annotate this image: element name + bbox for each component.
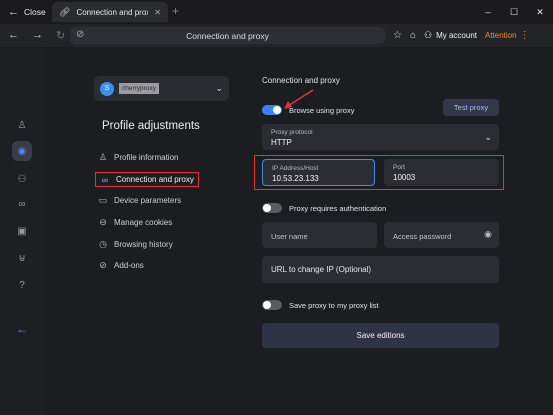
password-field[interactable]: Access password ◉ bbox=[384, 222, 499, 248]
ip-address-value: 10.53.23.133 bbox=[272, 174, 319, 183]
profiles-icon[interactable]: ◉ bbox=[12, 141, 32, 161]
menu-item-add-ons[interactable]: ⊘ Add-ons bbox=[98, 258, 144, 272]
username-placeholder: User name bbox=[271, 232, 308, 241]
save-editions-button[interactable]: Save editions bbox=[262, 323, 499, 348]
basket-icon[interactable]: ⊎ bbox=[12, 248, 32, 268]
attention-label: Attention bbox=[485, 31, 517, 40]
port-field[interactable]: Port 10003 bbox=[384, 159, 499, 186]
profile-selector[interactable]: S cherryproxy ⌄ bbox=[94, 76, 229, 101]
menu-item-label: Add-ons bbox=[114, 260, 144, 270]
new-tab-button[interactable]: + bbox=[172, 4, 179, 18]
help-icon[interactable]: ? bbox=[12, 275, 32, 295]
menu-item-label: Device parameters bbox=[114, 195, 182, 205]
section-title: Connection and proxy bbox=[262, 76, 340, 85]
title-bar: ← Close 🔗︎ Connection and prox ✕ + – ☐ ✕ bbox=[0, 0, 553, 24]
menu-item-label: Browsing history bbox=[114, 239, 173, 249]
menu-item-label: Profile information bbox=[114, 152, 179, 162]
menu-item-browsing-history[interactable]: ◷ Browsing history bbox=[98, 237, 173, 251]
forward-arrow-icon[interactable]: → bbox=[32, 29, 43, 42]
proxy-auth-label: Proxy requires authentication bbox=[289, 204, 387, 213]
change-ip-url-placeholder: URL to change IP (Optional) bbox=[271, 265, 372, 274]
link-icon: ⊘ bbox=[76, 29, 85, 40]
close-button[interactable]: ← Close bbox=[0, 0, 54, 24]
toolbar-right: ☆ ⌂ ⚇ My account Attention ⋮ bbox=[393, 24, 530, 47]
star-icon[interactable]: ☆ bbox=[393, 30, 402, 41]
check-circle-icon: ⊘ bbox=[99, 259, 107, 270]
avatar: S bbox=[100, 81, 114, 96]
back-arrow-icon[interactable]: ← bbox=[12, 319, 32, 339]
profile-name: cherryproxy bbox=[119, 83, 159, 94]
user-icon[interactable]: ♙ bbox=[12, 115, 32, 135]
link-icon: 🔗︎ bbox=[59, 6, 71, 17]
user-icon: ⚇ bbox=[424, 30, 433, 40]
menu-item-label: Manage cookies bbox=[114, 217, 173, 227]
eye-icon[interactable]: ◉ bbox=[484, 229, 492, 240]
save-to-proxy-list-toggle[interactable] bbox=[262, 300, 282, 310]
nav-buttons: ← → ↻ bbox=[0, 29, 65, 42]
my-account-button[interactable]: ⚇ My account bbox=[424, 30, 477, 41]
more-icon: ⋮ bbox=[519, 30, 530, 41]
ip-address-label: IP Address/Host bbox=[272, 165, 319, 172]
chevron-down-icon: ⌄ bbox=[215, 83, 223, 93]
minimize-button[interactable]: – bbox=[475, 7, 501, 17]
url-field[interactable]: ⊘ Connection and proxy bbox=[70, 27, 385, 44]
left-rail: ♙ ◉ ⚇ ∞ ▣ ⊎ ? ← bbox=[0, 47, 44, 415]
browser-window-icon[interactable]: ▣ bbox=[12, 221, 32, 241]
person-icon: ♙ bbox=[98, 151, 108, 162]
back-arrow-icon[interactable]: ← bbox=[8, 29, 19, 42]
history-icon: ◷ bbox=[99, 238, 107, 249]
page-title: Profile adjustments bbox=[102, 120, 200, 132]
username-field[interactable]: User name bbox=[262, 222, 377, 248]
close-tab-icon[interactable]: ✕ bbox=[154, 8, 161, 17]
attention-button[interactable]: Attention ⋮ bbox=[485, 30, 530, 41]
change-ip-url-field[interactable]: URL to change IP (Optional) bbox=[262, 256, 499, 283]
reload-icon[interactable]: ↻ bbox=[56, 29, 65, 42]
back-arrow-icon: ← bbox=[8, 6, 19, 18]
menu-item-manage-cookies[interactable]: ⊖ Manage cookies bbox=[98, 215, 172, 229]
browse-using-proxy-toggle[interactable] bbox=[262, 105, 282, 115]
url-text: Connection and proxy bbox=[186, 30, 269, 41]
cookie-icon: ⊖ bbox=[99, 216, 107, 227]
menu-item-device-parameters[interactable]: ▭ Device parameters bbox=[98, 193, 181, 207]
password-placeholder: Access password bbox=[393, 232, 452, 241]
browser-tab[interactable]: 🔗︎ Connection and prox ✕ bbox=[52, 2, 168, 22]
browse-using-proxy-label: Browse using proxy bbox=[289, 106, 355, 115]
close-window-button[interactable]: ✕ bbox=[527, 7, 553, 18]
ip-address-field[interactable]: IP Address/Host 10.53.23.133 bbox=[262, 159, 375, 186]
proxy-protocol-label: Proxy protocol bbox=[271, 129, 313, 136]
tab-title: Connection and prox bbox=[76, 7, 149, 17]
chevron-down-icon: ⌄ bbox=[484, 132, 492, 142]
link-icon: ∞ bbox=[101, 174, 109, 185]
menu-item-connection-and-proxy[interactable]: ∞ Connection and proxy bbox=[95, 172, 199, 187]
address-bar: ← → ↻ ⊘ Connection and proxy ☆ ⌂ ⚇ My ac… bbox=[0, 24, 553, 47]
proxy-protocol-select[interactable]: Proxy protocol HTTP ⌄ bbox=[262, 124, 499, 150]
menu-item-label: Connection and proxy bbox=[116, 175, 194, 184]
save-to-proxy-list-label: Save proxy to my proxy list bbox=[289, 301, 379, 310]
maximize-button[interactable]: ☐ bbox=[501, 7, 527, 18]
monitor-icon: ▭ bbox=[98, 194, 108, 205]
test-proxy-button[interactable]: Test proxy bbox=[443, 99, 499, 116]
proxy-auth-toggle[interactable] bbox=[262, 203, 282, 213]
proxy-protocol-value: HTTP bbox=[271, 138, 292, 147]
close-label: Close bbox=[24, 7, 46, 17]
my-account-label: My account bbox=[436, 31, 477, 40]
link-icon[interactable]: ∞ bbox=[12, 194, 32, 214]
menu-item-profile-information[interactable]: ♙ Profile information bbox=[98, 150, 179, 164]
port-label: Port bbox=[393, 164, 405, 171]
bell-icon[interactable]: ⌂ bbox=[410, 30, 416, 41]
port-value: 10003 bbox=[393, 173, 416, 182]
window-controls: – ☐ ✕ bbox=[475, 0, 553, 24]
team-icon[interactable]: ⚇ bbox=[12, 169, 32, 189]
